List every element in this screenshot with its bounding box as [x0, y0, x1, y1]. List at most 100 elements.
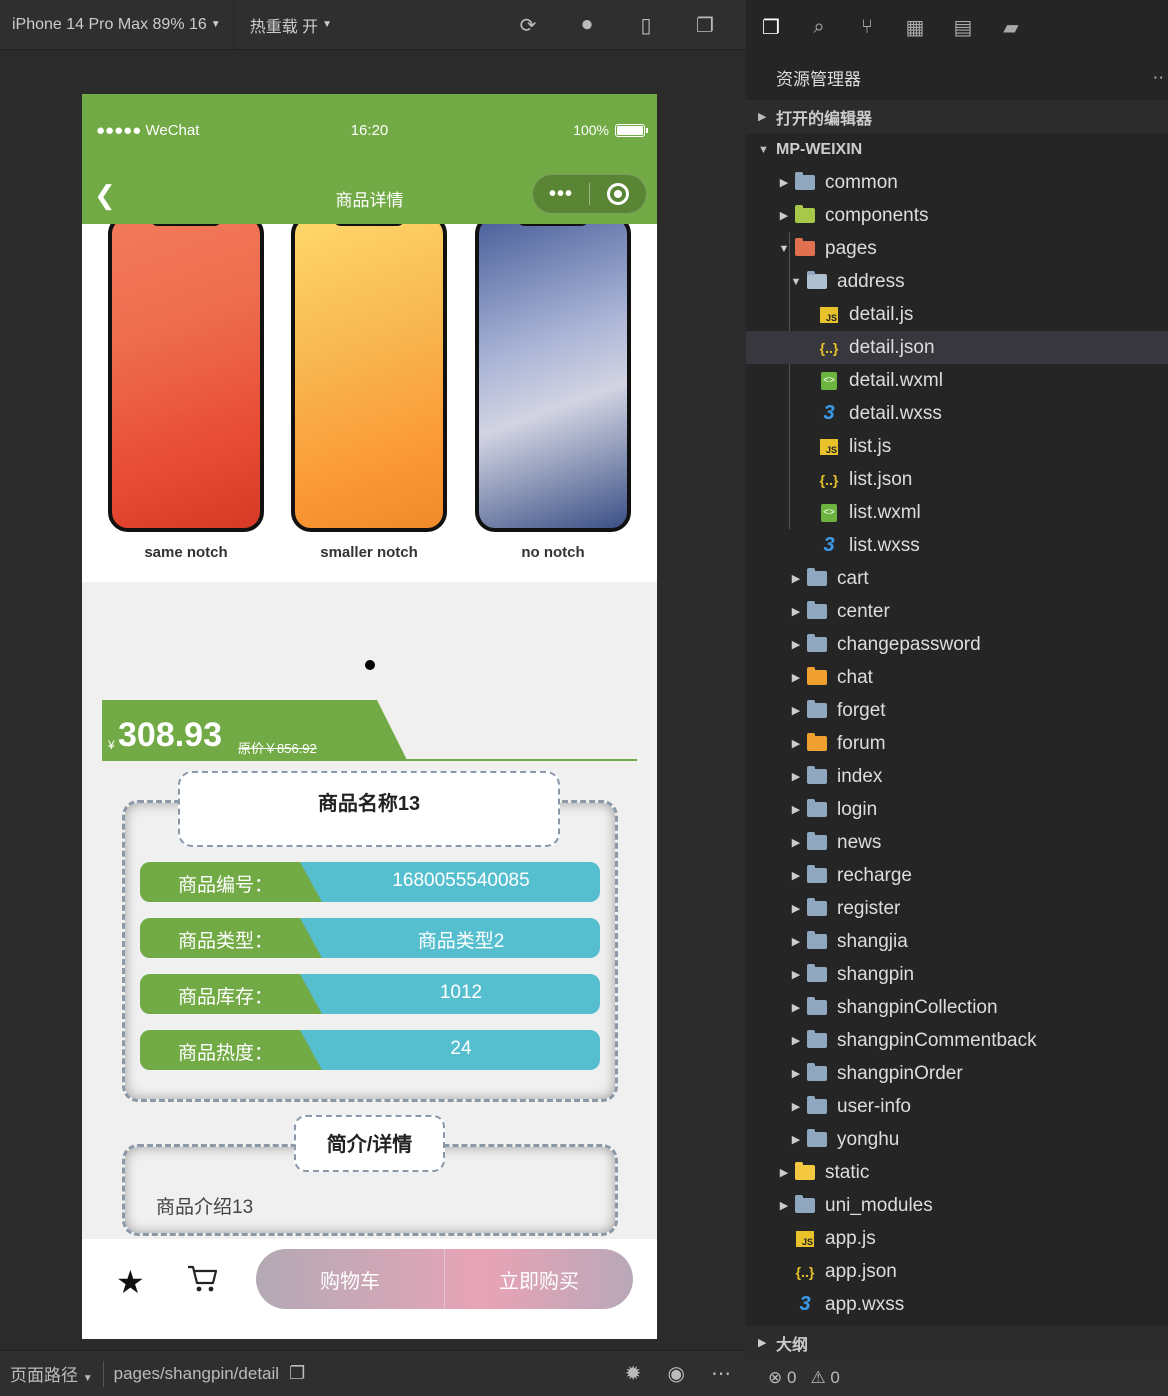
outline-label: 大纲 [776, 1336, 809, 1354]
tree-folder-address[interactable]: ▼ address [746, 265, 1168, 298]
eye-icon[interactable]: ◉ [668, 1361, 685, 1386]
copy-icon[interactable]: ❐ [289, 1363, 305, 1384]
tree-folder-shangpin[interactable]: ▶ shangpin [746, 958, 1168, 991]
tree-label: list.json [849, 468, 913, 490]
tree-folder-forget[interactable]: ▶ forget [746, 694, 1168, 727]
tree-folder-uni-modules[interactable]: ▶ uni_modules [746, 1189, 1168, 1222]
tree-folder-pages[interactable]: ▼ pages [746, 232, 1168, 265]
tree-folder-shangjia[interactable]: ▶ shangjia [746, 925, 1168, 958]
chevron-right-icon: ▶ [791, 639, 801, 651]
folder-icon [794, 172, 816, 192]
more-icon[interactable]: ⋯ [711, 1361, 731, 1386]
tree-folder-yonghu[interactable]: ▶ yonghu [746, 1123, 1168, 1156]
tree-folder-recharge[interactable]: ▶ recharge [746, 859, 1168, 892]
tree-folder-chat[interactable]: ▶ chat [746, 661, 1168, 694]
bottom-action-bar: ★ 购物车 立即购买 [82, 1239, 657, 1339]
tree-folder-news[interactable]: ▶ news [746, 826, 1168, 859]
folder-icon [806, 1030, 828, 1050]
product-intro: 商品介绍13 [156, 1197, 254, 1218]
cart-icon[interactable] [186, 1261, 220, 1295]
tree-folder-components[interactable]: ▶ components [746, 199, 1168, 232]
simulator-footer: 页面路径 ▼ pages/shangpin/detail ❐ ✹ ◉ ⋯ [0, 1350, 745, 1396]
extensions-icon[interactable]: ▦ [902, 14, 928, 40]
tree-folder-center[interactable]: ▶ center [746, 595, 1168, 628]
tree-label: app.wxss [825, 1293, 905, 1315]
tree-file-detail-wxml[interactable]: <> detail.wxml [746, 364, 1168, 397]
files-icon[interactable]: ❐ [758, 14, 784, 40]
wxss-file-icon: 3 [799, 1293, 811, 1315]
tree-file-detail-js[interactable]: JS detail.js [746, 298, 1168, 331]
add-to-cart-button[interactable]: 购物车 [256, 1249, 444, 1309]
tree-folder-changepassword[interactable]: ▶ changepassword [746, 628, 1168, 661]
more-icon[interactable]: ••• [533, 183, 589, 206]
stop-icon[interactable]: ⏺ [574, 12, 600, 38]
outline-section[interactable]: ▶ 大纲 [746, 1326, 1168, 1359]
ide-window: iPhone 14 Pro Max 89% 16 ▼ 热重载 开 ▼ ⟳ ⏺ ▯… [0, 0, 1168, 1396]
carousel-indicator[interactable] [365, 660, 375, 670]
project-section[interactable]: ▼ MP-WEIXIN [746, 133, 1168, 166]
tree-file-list-wxml[interactable]: <> list.wxml [746, 496, 1168, 529]
folder-icon [806, 832, 828, 852]
page-path-label[interactable]: 页面路径 ▼ [10, 1361, 93, 1386]
tree-folder-shangpinorder[interactable]: ▶ shangpinOrder [746, 1057, 1168, 1090]
simulator-area: ●●●●● WeChat 16:20 100% ❮ 商品详情 ••• same … [0, 51, 745, 1350]
tree-folder-forum[interactable]: ▶ forum [746, 727, 1168, 760]
folder-icon [806, 700, 828, 720]
js-file-icon: JS [818, 438, 840, 456]
tree-file-detail-json[interactable]: {..} detail.json [746, 331, 1168, 364]
buy-now-button[interactable]: 立即购买 [445, 1249, 633, 1309]
page-path: pages/shangpin/detail [113, 1363, 280, 1383]
more-icon[interactable]: ·· [1153, 67, 1164, 87]
bug-icon[interactable]: ✹ [625, 1361, 642, 1386]
refresh-icon[interactable]: ⟳ [515, 12, 541, 38]
tree-folder-shangpincollection[interactable]: ▶ shangpinCollection [746, 991, 1168, 1024]
save-icon[interactable]: ▤ [950, 14, 976, 40]
tree-file-list-js[interactable]: JS list.js [746, 430, 1168, 463]
hotreload-select[interactable]: 热重载 开 ▼ [234, 0, 344, 50]
problems-status[interactable]: ⊗ 0 ⚠ 0 [746, 1359, 1168, 1396]
search-icon[interactable]: ⌕ [806, 14, 832, 40]
tree-folder-static[interactable]: ▶ static [746, 1156, 1168, 1189]
tree-label: index [837, 765, 883, 787]
window-icon[interactable]: ❐ [692, 12, 718, 38]
tree-folder-login[interactable]: ▶ login [746, 793, 1168, 826]
tree-folder-cart[interactable]: ▶ cart [746, 562, 1168, 595]
tree-file-app-js[interactable]: JS app.js [746, 1222, 1168, 1255]
close-miniprogram-icon[interactable] [590, 183, 646, 205]
phone-icon[interactable]: ▯ [633, 12, 659, 38]
docker-icon[interactable]: ▰ [998, 14, 1024, 40]
tree-file-detail-wxss[interactable]: 3 detail.wxss [746, 397, 1168, 430]
tree-file-app-json[interactable]: {..} app.json [746, 1255, 1168, 1288]
chevron-right-icon: ▶ [791, 804, 801, 816]
folder-icon [806, 964, 828, 984]
tree-file-list-json[interactable]: {..} list.json [746, 463, 1168, 496]
info-row: 商品类型： 商品类型2 [140, 918, 600, 958]
tree-folder-index[interactable]: ▶ index [746, 760, 1168, 793]
source-control-icon[interactable]: ⑂ [854, 14, 880, 40]
folder-icon [806, 865, 828, 885]
tree-label: components [825, 204, 929, 226]
toolbar-icons: ⟳ ⏺ ▯ ❐ [515, 0, 718, 50]
tree-label: uni_modules [825, 1194, 933, 1216]
tree-label: shangpinOrder [837, 1062, 963, 1084]
product-banner[interactable]: same notch smaller notch no notch [82, 224, 657, 582]
tree-file-app-wxss[interactable]: 3 app.wxss [746, 1288, 1168, 1321]
folder-icon [806, 766, 828, 786]
tree-file-list-wxss[interactable]: 3 list.wxss [746, 529, 1168, 562]
tree-folder-common[interactable]: ▶ common [746, 166, 1168, 199]
product-name: 商品名称13 [178, 771, 560, 847]
tree-folder-register[interactable]: ▶ register [746, 892, 1168, 925]
chevron-down-icon: ▼ [790, 275, 802, 288]
wxss-file-icon: 3 [823, 402, 835, 424]
open-editors-section[interactable]: ▶ 打开的编辑器 [746, 100, 1168, 133]
info-row: 商品热度： 24 [140, 1030, 600, 1070]
json-file-icon: {..} [819, 471, 839, 488]
tree-label: detail.wxss [849, 402, 942, 424]
device-select[interactable]: iPhone 14 Pro Max 89% 16 ▼ [0, 0, 233, 50]
tree-folder-shangpincommentback[interactable]: ▶ shangpinCommentback [746, 1024, 1168, 1057]
chevron-right-icon: ▶ [791, 1068, 801, 1080]
star-icon[interactable]: ★ [116, 1263, 145, 1301]
tree-folder-user-info[interactable]: ▶ user-info [746, 1090, 1168, 1123]
chevron-right-icon: ▶ [791, 1035, 801, 1047]
folder-icon [806, 997, 828, 1017]
